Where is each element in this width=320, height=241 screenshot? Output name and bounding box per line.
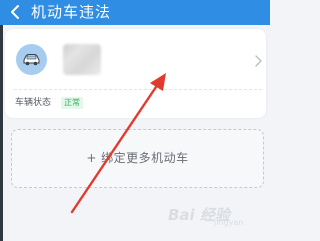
car-avatar xyxy=(16,44,47,75)
watermark-sub: jingyan xyxy=(214,218,244,227)
card-divider xyxy=(14,89,262,90)
app-header: 机动车违法 xyxy=(0,0,270,25)
plate-number-redacted xyxy=(63,44,101,75)
watermark: Bai 经验 jingyan xyxy=(168,200,264,228)
vehicle-status-badge: 正常 xyxy=(61,97,83,109)
bind-more-vehicles-label: + 绑定更多机动车 xyxy=(86,151,189,165)
bind-more-vehicles-button[interactable]: + 绑定更多机动车 xyxy=(11,129,264,188)
vehicle-status-label: 车辆状态 xyxy=(15,98,52,108)
car-icon xyxy=(23,54,40,66)
back-icon[interactable] xyxy=(7,4,23,20)
chevron-right-icon[interactable] xyxy=(253,54,263,68)
page-title: 机动车违法 xyxy=(31,3,112,21)
vehicle-card[interactable]: 车辆状态 正常 xyxy=(5,29,266,118)
left-edge-bar xyxy=(0,25,3,241)
